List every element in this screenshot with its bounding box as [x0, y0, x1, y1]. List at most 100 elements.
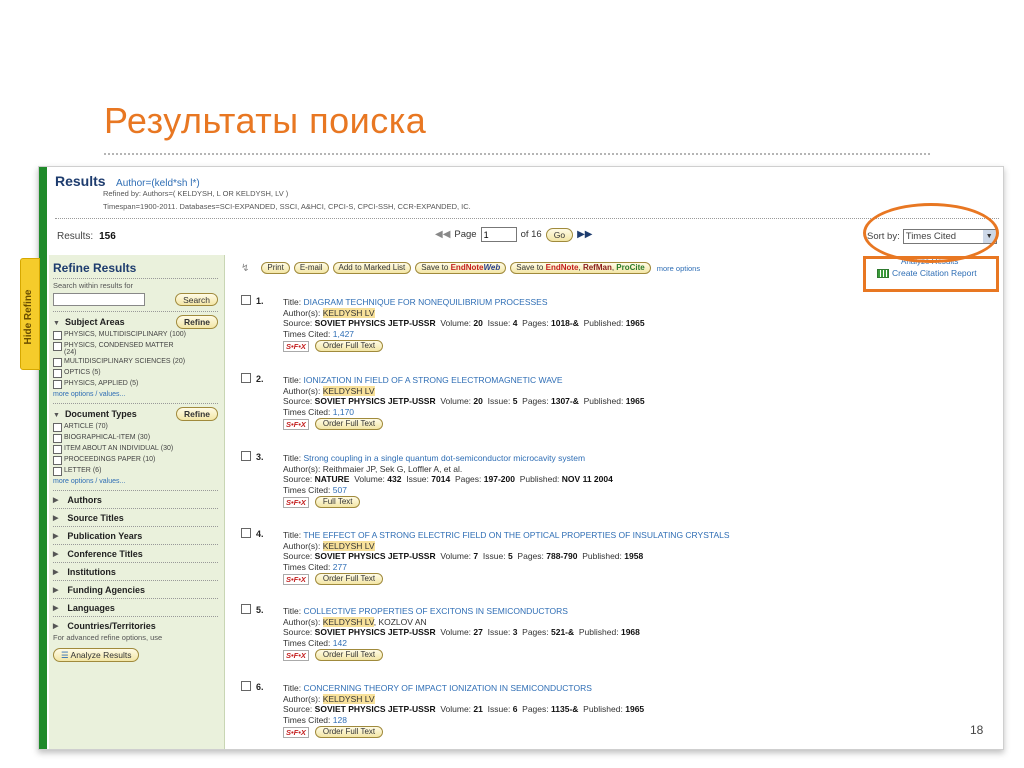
sfx-button[interactable]: S•F•X	[283, 573, 309, 585]
order-full-text-button[interactable]: Order Full Text	[314, 418, 384, 430]
order-full-text-button[interactable]: Order Full Text	[314, 340, 384, 352]
first-page-icon[interactable]: ◀◀	[435, 229, 450, 240]
save-endnote-refman-button[interactable]: Save to EndNote, RefMan, ProCite	[510, 262, 651, 274]
times-cited-link[interactable]: 507	[333, 485, 347, 495]
authors-label: Author(s):	[283, 385, 321, 396]
source-label: Source:	[283, 474, 313, 484]
sfx-button[interactable]: S•F•X	[283, 418, 309, 430]
record-checkbox[interactable]	[241, 373, 251, 383]
refine-publication-years[interactable]: ▶ Publication Years	[53, 526, 218, 544]
record-checkbox[interactable]	[241, 528, 251, 538]
record-title-link[interactable]: COLLECTIVE PROPERTIES OF EXCITONS IN SEM…	[303, 606, 568, 616]
endnote-label: EndNote	[450, 263, 484, 272]
search-button[interactable]: Search	[175, 293, 218, 306]
record-author[interactable]: KELDYSH LV	[322, 540, 375, 551]
record-title-link[interactable]: THE EFFECT OF A STRONG ELECTRIC FIELD ON…	[303, 530, 729, 540]
order-full-text-button[interactable]: Order Full Text	[314, 649, 384, 661]
checkbox[interactable]	[53, 380, 62, 389]
record-title-link[interactable]: CONCERNING THEORY OF IMPACT IONIZATION I…	[303, 683, 591, 693]
record-author[interactable]: KELDYSH LV	[322, 616, 374, 627]
refine-source-titles[interactable]: ▶ Source Titles	[53, 508, 218, 526]
more-options-link[interactable]: more options / values...	[53, 391, 218, 398]
times-cited-link[interactable]: 1,427	[333, 329, 354, 339]
triangle-down-icon[interactable]: ▼	[53, 320, 60, 327]
refine-countries[interactable]: ▶ Countries/Territories	[53, 616, 218, 634]
checkbox[interactable]	[53, 456, 62, 465]
option-count: (100)	[169, 331, 186, 338]
subject-option[interactable]: PHYSICS, CONDENSED MATTER (24)	[53, 342, 218, 356]
record-issue: 5	[507, 551, 513, 561]
doctype-option[interactable]: PROCEEDINGS PAPER (10)	[53, 456, 218, 465]
hide-refine-label: Hide Refine	[23, 289, 34, 345]
subject-option[interactable]: OPTICS (5)	[53, 369, 218, 378]
checkbox[interactable]	[53, 445, 62, 454]
record-issue: 7014	[431, 474, 451, 484]
checkbox[interactable]	[53, 342, 62, 351]
sfx-button[interactable]: S•F•X	[283, 726, 309, 738]
record-volume: 27	[473, 627, 483, 637]
order-full-text-button[interactable]: Order Full Text	[314, 726, 384, 738]
record-title-link[interactable]: DIAGRAM TECHNIQUE FOR NONEQUILIBRIUM PRO…	[303, 297, 547, 307]
record-author[interactable]: KELDYSH LV	[322, 693, 375, 704]
record-author[interactable]: KELDYSH LV	[322, 307, 375, 318]
subject-option[interactable]: PHYSICS, APPLIED (5)	[53, 380, 218, 389]
record-checkbox[interactable]	[241, 604, 251, 614]
search-within-input[interactable]	[53, 293, 145, 306]
order-full-text-button[interactable]: Order Full Text	[314, 573, 384, 585]
next-page-icon[interactable]: ▶▶	[577, 229, 592, 240]
record-pages: 1018-&	[551, 318, 579, 328]
option-label: PROCEEDINGS PAPER	[64, 456, 141, 463]
option-count: (5)	[129, 380, 139, 387]
full-text-button[interactable]: Full Text	[314, 496, 361, 508]
more-options-link[interactable]: more options / values...	[53, 478, 218, 485]
record-checkbox[interactable]	[241, 451, 251, 461]
more-options-link[interactable]: more options	[657, 264, 700, 273]
refine-conference-titles[interactable]: ▶ Conference Titles	[53, 544, 218, 562]
record-checkbox[interactable]	[241, 681, 251, 691]
subject-option[interactable]: PHYSICS, MULTIDISCIPLINARY (100)	[53, 331, 218, 340]
page-input[interactable]	[480, 227, 517, 242]
checkbox[interactable]	[53, 423, 62, 432]
refine-doctype-button[interactable]: Refine	[176, 407, 218, 421]
refine-institutions[interactable]: ▶ Institutions	[53, 562, 218, 580]
checkbox[interactable]	[53, 434, 62, 443]
go-button[interactable]: Go	[545, 227, 574, 242]
issue-label: Issue:	[487, 396, 511, 406]
refine-funding-agencies[interactable]: ▶ Funding Agencies	[53, 580, 218, 598]
record-published: NOV 11 2004	[561, 474, 613, 484]
source-label: Source:	[283, 318, 313, 328]
analyze-results-button[interactable]: ☰ Analyze Results	[53, 648, 140, 662]
refine-authors[interactable]: ▶ Authors	[53, 490, 218, 508]
issue-label: Issue:	[487, 704, 511, 714]
add-marked-list-button[interactable]: Add to Marked List	[332, 262, 412, 274]
times-cited-link[interactable]: 277	[333, 562, 347, 572]
subject-option[interactable]: MULTIDISCIPLINARY SCIENCES (20)	[53, 358, 218, 367]
doctype-option[interactable]: ITEM ABOUT AN INDIVIDUAL (30)	[53, 445, 218, 454]
refine-languages[interactable]: ▶ Languages	[53, 598, 218, 616]
triangle-down-icon[interactable]: ▼	[53, 412, 60, 419]
sfx-button[interactable]: S•F•X	[283, 649, 309, 661]
hide-refine-tab[interactable]: Hide Refine	[20, 258, 40, 370]
doctype-option[interactable]: LETTER (6)	[53, 467, 218, 476]
checkbox[interactable]	[53, 358, 62, 367]
times-cited-link[interactable]: 1,170	[333, 407, 354, 417]
sfx-button[interactable]: S•F•X	[283, 496, 309, 508]
times-cited-link[interactable]: 128	[333, 715, 347, 725]
save-endnote-web-button[interactable]: Save to EndNoteWeb	[415, 262, 507, 274]
sfx-button[interactable]: S•F•X	[283, 340, 309, 352]
record-title-link[interactable]: Strong coupling in a single quantum dot-…	[303, 453, 585, 463]
record-checkbox[interactable]	[241, 295, 251, 305]
record-number: 3.	[256, 452, 264, 462]
doctype-option[interactable]: ARTICLE (70)	[53, 423, 218, 432]
checkbox[interactable]	[53, 331, 62, 340]
record-author[interactable]: KELDYSH LV	[322, 385, 375, 396]
print-button[interactable]: Print	[261, 262, 290, 274]
checkbox[interactable]	[53, 467, 62, 476]
doctype-option[interactable]: BIOGRAPHICAL-ITEM (30)	[53, 434, 218, 443]
refine-subject-button[interactable]: Refine	[176, 315, 218, 329]
email-button[interactable]: E-mail	[293, 262, 329, 274]
checkbox[interactable]	[53, 369, 62, 378]
record-title-link[interactable]: IONIZATION IN FIELD OF A STRONG ELECTROM…	[303, 375, 562, 385]
option-label: OPTICS	[64, 369, 91, 376]
times-cited-link[interactable]: 142	[333, 638, 347, 648]
